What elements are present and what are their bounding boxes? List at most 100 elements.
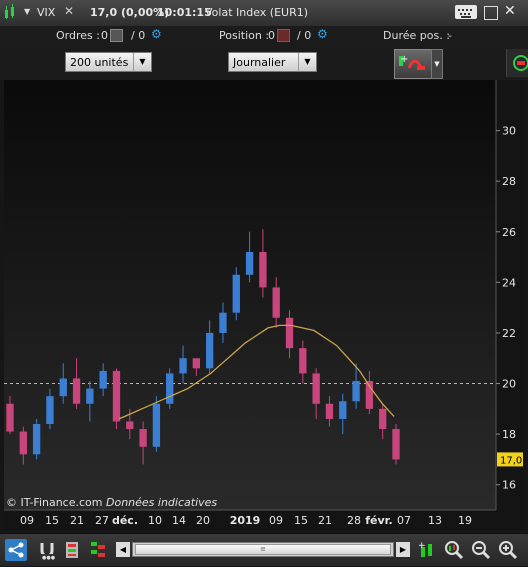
candle-body — [19, 431, 27, 455]
x-tick-label: 15 — [45, 514, 59, 527]
close-window-icon[interactable]: ✕ — [504, 3, 516, 19]
orders-settings-icon[interactable]: ⚙ — [151, 27, 162, 41]
position-value: 0 — [268, 29, 275, 42]
x-tick-label: 19 — [458, 514, 472, 527]
svg-text:●●●: ●●● — [42, 555, 56, 561]
x-tick-label: 07 — [397, 514, 411, 527]
candles-icon[interactable] — [62, 539, 84, 561]
y-tick-label: 20 — [502, 378, 516, 391]
candle-body — [205, 332, 214, 369]
price-chart[interactable]: 16 18 20 22 24 26 28 30 17,0 09 15 21 27 déc. 10 14 20 20… — [4, 80, 524, 530]
candle-body — [6, 403, 14, 432]
symbol-label[interactable]: VIX — [37, 6, 55, 19]
side-panel-toggle-icon[interactable] — [506, 49, 528, 77]
candle-body — [32, 424, 41, 455]
period-dropdown[interactable]: Journalier ▼ — [228, 52, 317, 72]
x-tick-label: 09 — [269, 514, 283, 527]
fullscreen-icon[interactable] — [484, 6, 498, 20]
candle-body — [392, 429, 400, 460]
candle-body — [192, 358, 201, 369]
duration-label: Durée pos. : — [383, 29, 450, 42]
x-tick-label: 27 — [95, 514, 109, 527]
chart-canvas[interactable]: 16 18 20 22 24 26 28 30 17,0 09 15 21 27 déc. 10 14 20 20… — [4, 80, 524, 530]
plot-background — [4, 80, 496, 510]
duration-value: - — [448, 29, 452, 42]
position-close-icon[interactable] — [277, 29, 290, 42]
candle-body — [245, 252, 254, 275]
chevron-down-icon: ▼ — [298, 53, 316, 71]
zoom-out-icon[interactable] — [470, 539, 492, 561]
keyboard-icon[interactable] — [455, 5, 477, 19]
add-indicator-icon[interactable]: + — [416, 539, 438, 561]
svg-text:+: + — [400, 54, 408, 65]
x-tick-label: févr. — [365, 514, 392, 527]
x-tick-label: 21 — [70, 514, 84, 527]
position-settings-icon[interactable]: ⚙ — [317, 27, 328, 41]
x-tick-label: déc. — [112, 514, 138, 527]
chart-tools-menu-button[interactable]: ▼ — [431, 49, 443, 79]
watermark: © IT-Finance.com Données indicatives — [6, 496, 217, 509]
chart-tools-button[interactable]: + — [394, 49, 432, 79]
x-tick-label: 13 — [428, 514, 442, 527]
y-tick-label: 24 — [502, 276, 516, 289]
orders-cancel-icon[interactable] — [110, 29, 123, 42]
scroll-right-icon[interactable]: ▶ — [396, 542, 410, 557]
candle-body — [379, 408, 387, 430]
bottom-toolbar: ●●● ◀ ≡ ▶ + — [0, 533, 528, 566]
x-tick-label: 28 — [347, 514, 361, 527]
chart-tools-icon: + — [399, 54, 425, 70]
zoom-in-icon[interactable] — [497, 539, 519, 561]
x-tick-label: 21 — [318, 514, 332, 527]
candle-body — [272, 287, 280, 318]
units-dropdown-value: 200 unités — [70, 56, 129, 69]
position-label: Position : — [219, 29, 270, 42]
candle-body — [59, 378, 67, 397]
y-tick-label: 26 — [502, 226, 516, 239]
candle-body — [259, 252, 267, 288]
candle-body — [285, 317, 294, 349]
candle-body — [312, 373, 320, 404]
svg-text:+: + — [418, 541, 426, 551]
candle-body — [179, 358, 187, 374]
candle-body — [86, 388, 94, 404]
horizontal-scrollbar[interactable]: ≡ — [132, 542, 394, 557]
close-icon[interactable]: ✕ — [64, 4, 74, 18]
x-tick-label: 14 — [172, 514, 186, 527]
x-tick-label: 10 — [148, 514, 162, 527]
zoom-fit-icon[interactable] — [443, 539, 465, 561]
candle-body — [219, 312, 227, 333]
candle-body — [139, 429, 147, 447]
candle-body — [126, 421, 134, 430]
bars-icon[interactable] — [88, 539, 110, 561]
candle-body — [166, 373, 174, 404]
candle-body — [232, 274, 240, 313]
x-tick-label: 15 — [294, 514, 308, 527]
orders-label: Ordres : — [56, 29, 100, 42]
order-bar: Ordres : 0 / 0 ⚙ Position : 0 / 0 ⚙ Duré… — [0, 26, 528, 47]
chevron-down-icon[interactable]: ▼ — [24, 7, 30, 16]
candlestick-icon — [4, 4, 18, 20]
candle-body — [152, 403, 161, 447]
candle-body — [299, 348, 307, 374]
candle-body — [46, 396, 54, 424]
instrument-name: Volat Index (EUR1) — [205, 6, 309, 19]
period-dropdown-value: Journalier — [233, 56, 286, 69]
chevron-down-icon: ▼ — [133, 53, 151, 71]
orders-slash-value: / 0 — [131, 29, 146, 42]
magnet-icon[interactable]: ●●● — [36, 539, 58, 561]
last-price-label: 17,0 — [500, 455, 522, 466]
y-tick-label: 16 — [502, 479, 516, 492]
orders-value: 0 — [101, 29, 108, 42]
share-icon[interactable] — [5, 539, 27, 561]
candle-body — [325, 403, 334, 419]
units-dropdown[interactable]: 200 unités ▼ — [65, 52, 152, 72]
title-bar: ▼ VIX ✕ 17,0 (0,00%) 10:01:15 Volat Inde… — [0, 0, 528, 27]
candle-body — [99, 370, 107, 389]
y-tick-label: 30 — [502, 125, 516, 138]
x-tick-label: 2019 — [230, 514, 261, 527]
candle-body — [352, 381, 360, 402]
x-tick-label: 20 — [196, 514, 210, 527]
scrollbar-thumb[interactable]: ≡ — [135, 544, 391, 555]
candle-body — [112, 370, 121, 422]
scroll-left-icon[interactable]: ◀ — [116, 542, 130, 557]
